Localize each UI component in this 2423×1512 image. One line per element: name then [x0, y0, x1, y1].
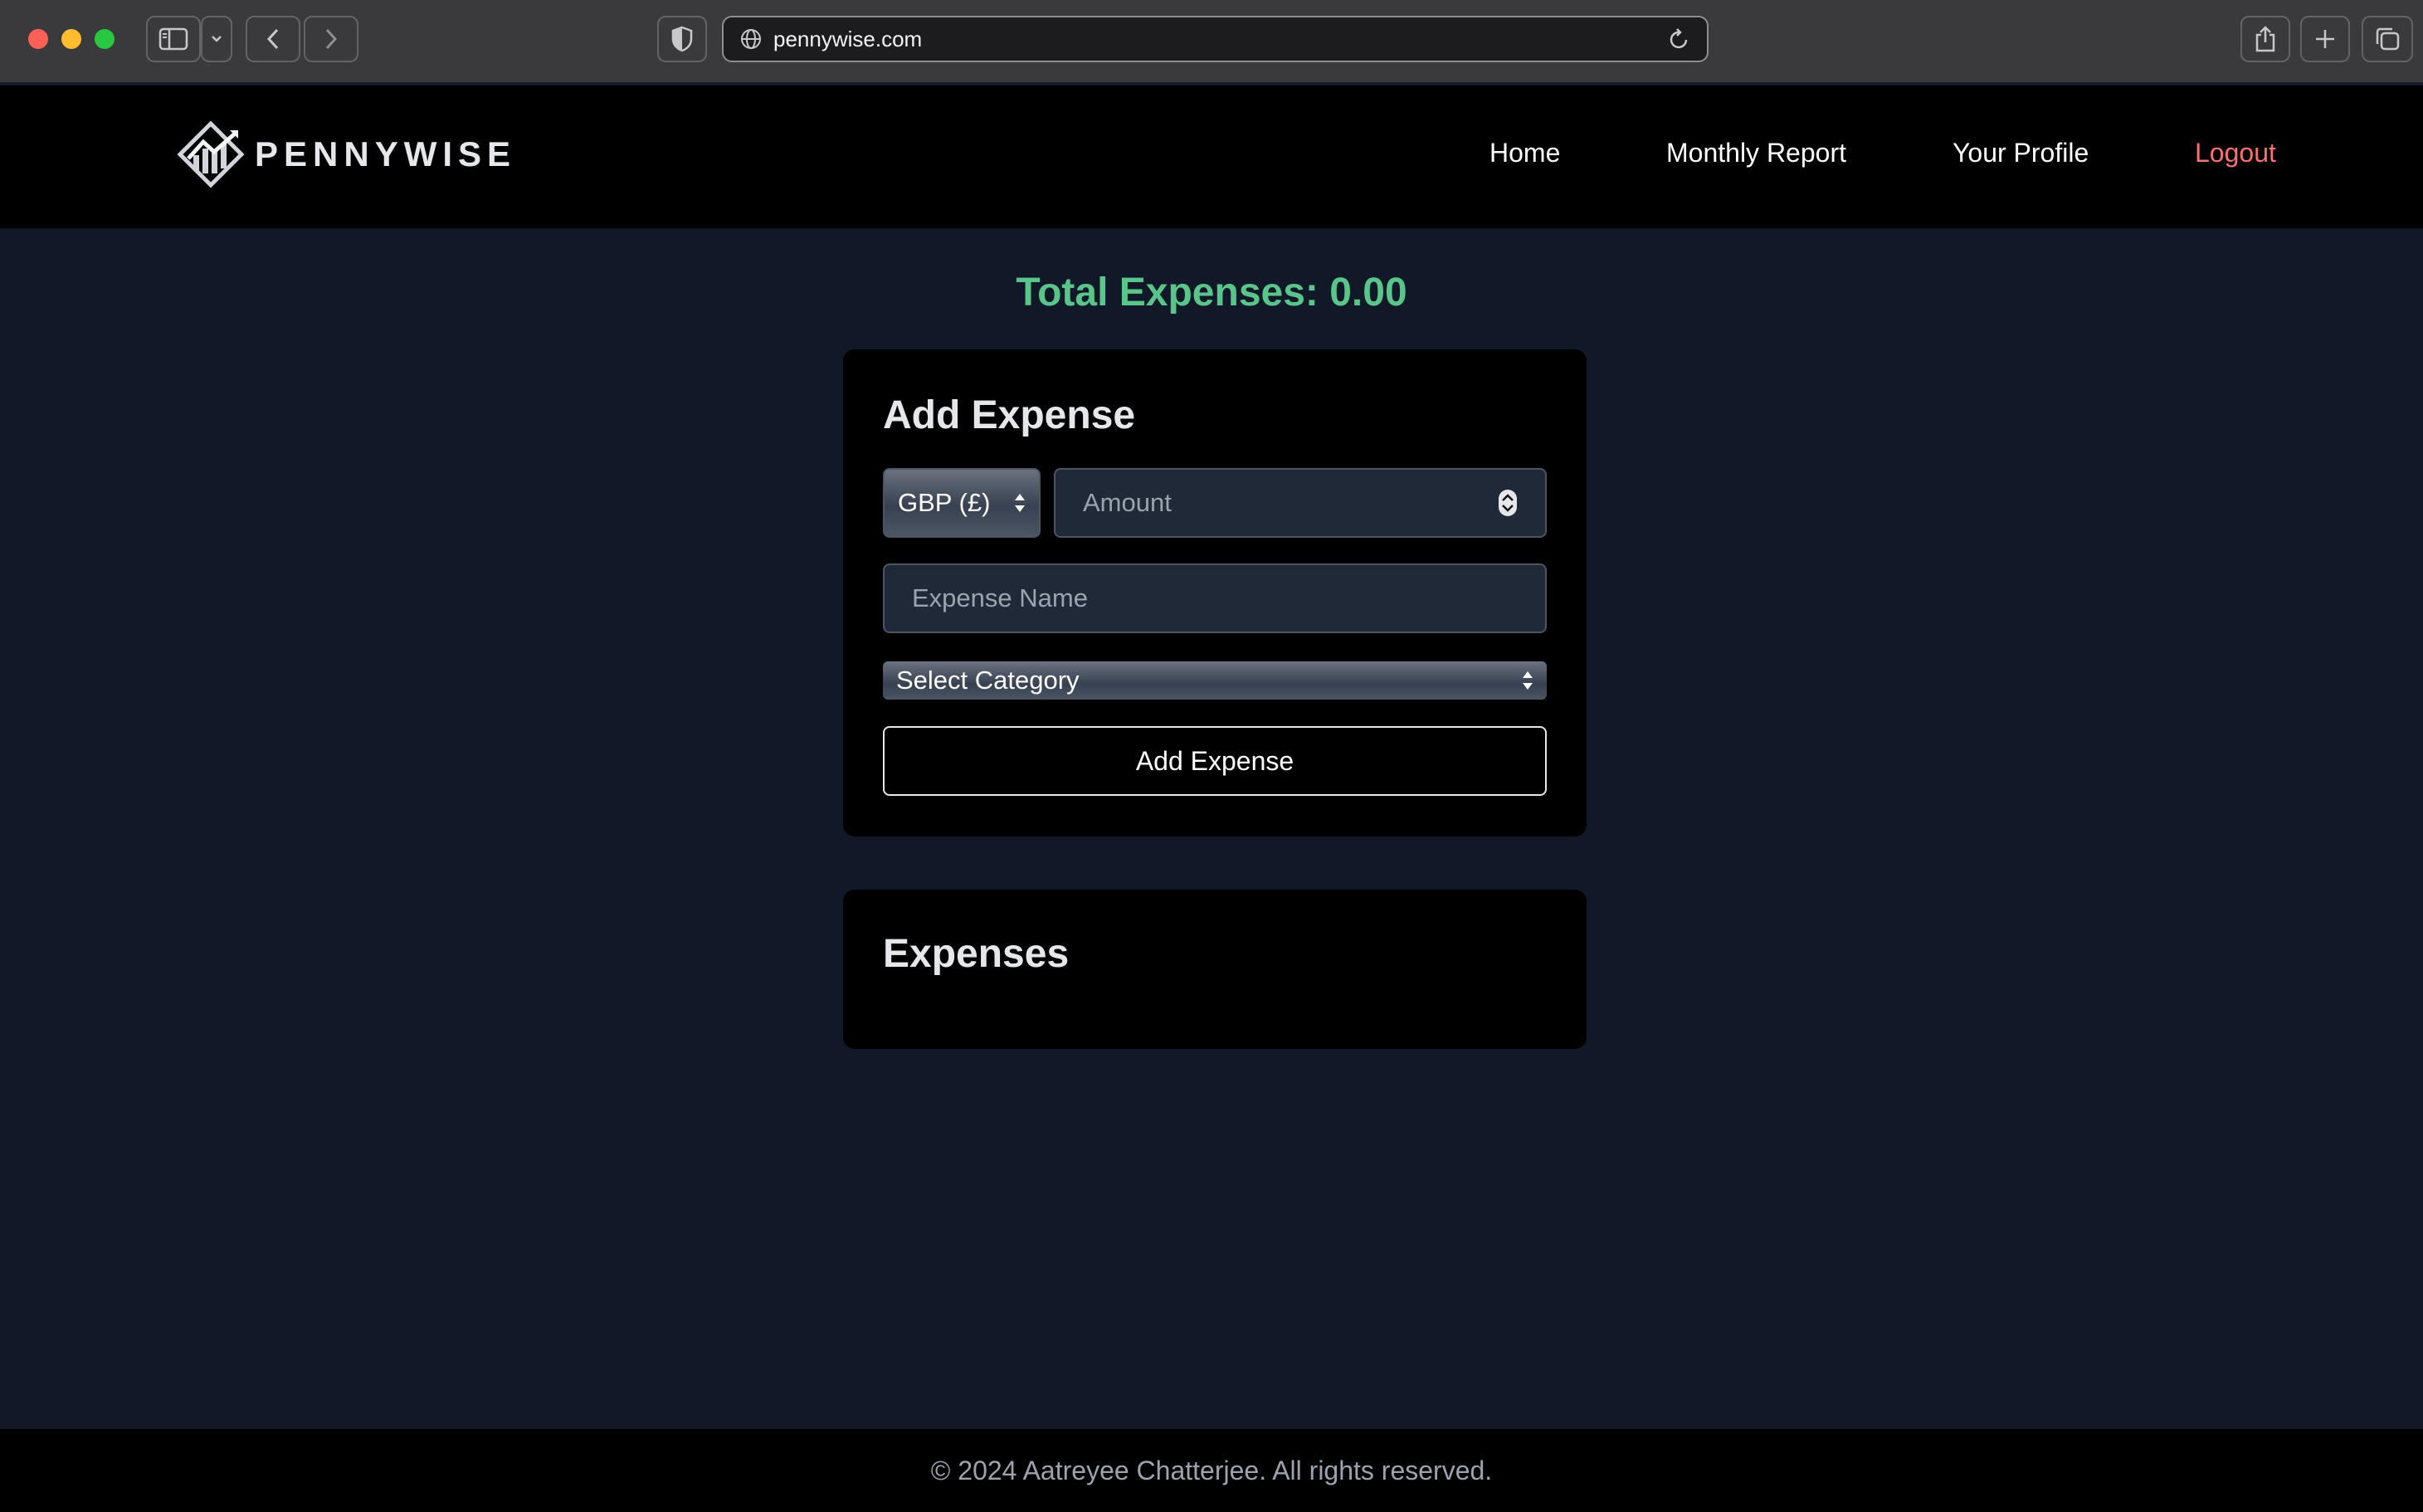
sidebar-icon — [158, 27, 188, 51]
zoom-window-button[interactable] — [95, 29, 115, 49]
nav-logout-link[interactable]: Logout — [2195, 138, 2276, 168]
logo[interactable]: PENNYWISE — [177, 120, 516, 188]
privacy-report-button[interactable] — [657, 16, 707, 62]
expenses-title: Expenses — [883, 932, 1070, 976]
tab-overview-button[interactable] — [2362, 16, 2413, 62]
new-tab-button[interactable] — [2300, 16, 2350, 62]
add-expense-card: Add Expense GBP (£) Amount Expense Name … — [843, 349, 1587, 836]
minimize-window-button[interactable] — [61, 29, 81, 49]
shield-icon — [671, 26, 693, 52]
chevron-left-icon — [266, 28, 279, 50]
select-arrows-icon — [1015, 494, 1025, 512]
app-header: PENNYWISE Home Monthly Report Your Profi… — [0, 85, 2423, 228]
footer: © 2024 Aatreyee Chatterjee. All rights r… — [0, 1429, 2423, 1512]
logo-text: PENNYWISE — [255, 134, 517, 173]
expense-name-placeholder: Expense Name — [912, 583, 1088, 612]
add-expense-title: Add Expense — [883, 393, 1136, 437]
url-text: pennywise.com — [773, 26, 923, 51]
address-bar[interactable]: pennywise.com — [722, 16, 1709, 62]
sidebar-toggle-button[interactable] — [146, 16, 201, 62]
browser-toolbar: pennywise.com — [0, 0, 2423, 84]
share-icon — [2255, 26, 2275, 52]
nav-home-link[interactable]: Home — [1489, 138, 1560, 168]
add-expense-button[interactable]: Add Expense — [883, 726, 1547, 796]
tabs-icon — [2376, 27, 2400, 51]
amount-input[interactable]: Amount — [1054, 468, 1547, 538]
category-selected-value: Select Category — [896, 666, 1080, 695]
logo-chart-icon — [177, 120, 245, 188]
plus-icon — [2316, 30, 2334, 48]
expense-name-input[interactable]: Expense Name — [883, 563, 1547, 633]
back-button[interactable] — [246, 16, 300, 62]
currency-selected-value: GBP (£) — [898, 488, 991, 517]
amount-placeholder: Amount — [1083, 488, 1172, 517]
reload-icon[interactable] — [1669, 27, 1690, 51]
nav-monthly-report-link[interactable]: Monthly Report — [1666, 138, 1846, 168]
select-arrows-icon — [1523, 671, 1533, 690]
category-select[interactable]: Select Category — [883, 661, 1547, 700]
number-stepper-icon[interactable] — [1498, 489, 1518, 517]
chevron-right-icon — [325, 28, 338, 50]
forward-button[interactable] — [304, 16, 358, 62]
expenses-card: Expenses — [843, 890, 1587, 1049]
copyright-text: © 2024 Aatreyee Chatterjee. All rights r… — [930, 1455, 1493, 1485]
share-button[interactable] — [2240, 16, 2290, 62]
close-window-button[interactable] — [28, 29, 48, 49]
globe-icon — [741, 29, 761, 49]
chevron-down-icon — [212, 36, 222, 42]
tab-group-dropdown-button[interactable] — [201, 16, 232, 62]
nav-your-profile-link[interactable]: Your Profile — [1953, 138, 2089, 168]
total-expenses: Total Expenses: 0.00 — [1016, 271, 1407, 315]
currency-select[interactable]: GBP (£) — [883, 468, 1041, 538]
